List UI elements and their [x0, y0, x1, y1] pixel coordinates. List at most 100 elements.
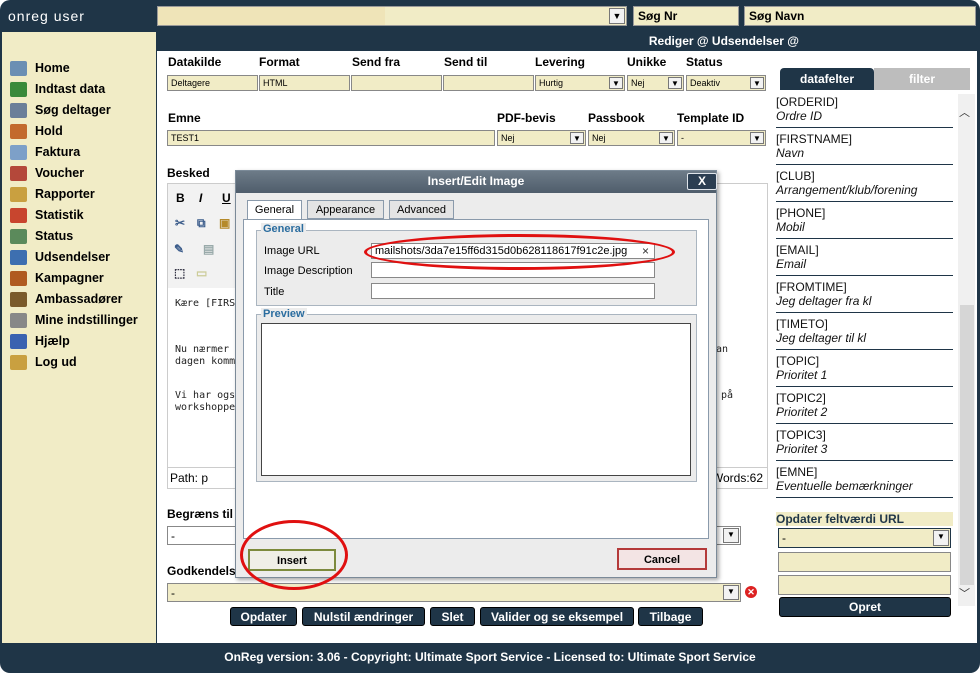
- status-icon: [10, 228, 27, 244]
- tab-advanced[interactable]: Advanced: [389, 200, 454, 219]
- sidebar-item-label: Rapporter: [35, 187, 95, 201]
- label-unikke: Unikke: [627, 55, 667, 69]
- passbook-select[interactable]: Nej ▼: [588, 130, 675, 146]
- datafelt-item[interactable]: [EMNE] Eventuelle bemærkninger: [776, 465, 953, 498]
- send-til-field[interactable]: [443, 75, 534, 91]
- chevron-down-icon[interactable]: ▼: [723, 528, 739, 543]
- datakilde-field[interactable]: Deltagere: [167, 75, 258, 91]
- title-input[interactable]: [371, 283, 655, 299]
- label-title: Title: [264, 286, 285, 298]
- datafelt-code: [TOPIC]: [776, 354, 820, 368]
- datafelt-item[interactable]: [ORDERID] Ordre ID: [776, 95, 953, 128]
- update-url-input-1[interactable]: [778, 552, 951, 572]
- sidebar-item-hold[interactable]: Hold: [10, 122, 63, 140]
- datafelt-item[interactable]: [FROMTIME] Jeg deltager fra kl: [776, 280, 953, 313]
- tab-general[interactable]: General: [247, 200, 302, 220]
- datafelt-item[interactable]: [TOPIC2] Prioritet 2: [776, 391, 953, 424]
- settings-icon: [10, 312, 27, 328]
- sidebar-item-søg-deltager[interactable]: Søg deltager: [10, 101, 111, 119]
- cut-icon[interactable]: ✂: [175, 216, 185, 230]
- datafelt-item[interactable]: [FIRSTNAME] Navn: [776, 132, 953, 165]
- cancel-button[interactable]: Cancel: [617, 548, 707, 570]
- datafelt-item[interactable]: [TIMETO] Jeg deltager til kl: [776, 317, 953, 350]
- mailing-icon: [10, 249, 27, 265]
- underline-icon[interactable]: U: [222, 191, 231, 205]
- tab-datafelter[interactable]: datafelter: [780, 68, 874, 90]
- datafelt-item[interactable]: [CLUB] Arrangement/klub/forening: [776, 169, 953, 202]
- chevron-down-icon[interactable]: ▼: [668, 77, 682, 89]
- chevron-down-icon[interactable]: ▼: [609, 77, 623, 89]
- send-fra-field[interactable]: [351, 75, 442, 91]
- paste-icon[interactable]: ▣: [219, 216, 230, 230]
- label-besked: Besked: [167, 166, 210, 180]
- table-icon[interactable]: ▤: [203, 242, 214, 256]
- chevron-down-icon[interactable]: ▼: [750, 132, 764, 144]
- image-placeholder-icon[interactable]: ▭: [196, 266, 207, 280]
- scroll-down-icon[interactable]: ﹀: [959, 585, 970, 601]
- emne-field[interactable]: TEST1: [167, 130, 495, 146]
- select-icon[interactable]: ⬚: [174, 266, 185, 280]
- campaign-icon: [10, 270, 27, 286]
- tab-filter[interactable]: filter: [874, 68, 970, 90]
- page-header: Rediger @ Udsendelser @: [157, 32, 977, 51]
- datafelt-item[interactable]: [TOPIC] Prioritet 1: [776, 354, 953, 387]
- copy-icon[interactable]: ⧉: [197, 216, 206, 231]
- update-url-label: Opdater feltværdi URL: [776, 512, 953, 526]
- sidebar-item-indtast-data[interactable]: Indtast data: [10, 80, 105, 98]
- top-select[interactable]: ▼: [157, 6, 627, 26]
- datafelt-code: [PHONE]: [776, 206, 826, 220]
- chevron-down-icon[interactable]: ▼: [750, 77, 764, 89]
- update-url-select[interactable]: - ▼: [778, 528, 951, 548]
- status-select[interactable]: Deaktiv ▼: [686, 75, 766, 91]
- unikke-select[interactable]: Nej ▼: [627, 75, 684, 91]
- tilbage-button[interactable]: Tilbage: [638, 607, 703, 626]
- chevron-down-icon[interactable]: ▼: [570, 132, 584, 144]
- sidebar-item-label: Faktura: [35, 145, 81, 159]
- sidebar-item-udsendelser[interactable]: Udsendelser: [10, 248, 110, 266]
- levering-select[interactable]: Hurtig ▼: [535, 75, 625, 91]
- label-send-fra: Send fra: [352, 55, 401, 69]
- sidebar-item-log-ud[interactable]: Log ud: [10, 353, 77, 371]
- sidebar-item-voucher[interactable]: Voucher: [10, 164, 84, 182]
- template-select[interactable]: - ▼: [677, 130, 766, 146]
- format-field[interactable]: HTML: [259, 75, 350, 91]
- datafelt-code: [EMNE]: [776, 465, 818, 479]
- preview-legend: Preview: [261, 308, 307, 320]
- opdater-button[interactable]: Opdater: [230, 607, 297, 626]
- gift-icon: [10, 165, 27, 181]
- sidebar-item-ambassadører[interactable]: Ambassadører: [10, 290, 123, 308]
- chevron-down-icon[interactable]: ▼: [609, 8, 625, 24]
- chevron-down-icon[interactable]: ▼: [723, 585, 739, 600]
- scrollbar-thumb[interactable]: [960, 305, 974, 585]
- scroll-up-icon[interactable]: ︿: [959, 104, 970, 120]
- opret-button[interactable]: Opret: [779, 597, 951, 617]
- nulstil-button[interactable]: Nulstil ændringer: [302, 607, 425, 626]
- italic-icon[interactable]: I: [199, 191, 202, 205]
- pdf-select[interactable]: Nej ▼: [497, 130, 586, 146]
- sidebar-item-statistik[interactable]: Statistik: [10, 206, 84, 224]
- editor-text-line: Kære [FIRS: [175, 298, 236, 309]
- chevron-down-icon[interactable]: ▼: [659, 132, 673, 144]
- sidebar-item-faktura[interactable]: Faktura: [10, 143, 80, 161]
- datafelt-item[interactable]: [PHONE] Mobil: [776, 206, 953, 239]
- datafelt-code: [CLUB]: [776, 169, 815, 183]
- edit-icon[interactable]: ✎: [174, 242, 184, 256]
- valider-button[interactable]: Valider og se eksempel: [480, 607, 634, 626]
- sidebar-item-hjælp[interactable]: Hjælp: [10, 332, 70, 350]
- sidebar-item-rapporter[interactable]: Rapporter: [10, 185, 95, 203]
- bold-icon[interactable]: B: [176, 191, 185, 205]
- tab-appearance[interactable]: Appearance: [307, 200, 384, 219]
- datafelt-item[interactable]: [EMAIL] Email: [776, 243, 953, 276]
- update-url-input-2[interactable]: [778, 575, 951, 595]
- sidebar-item-mine-indstillinger[interactable]: Mine indstillinger: [10, 311, 138, 329]
- sidebar-item-home[interactable]: Home: [10, 59, 70, 77]
- chevron-down-icon[interactable]: ▼: [933, 530, 949, 546]
- close-icon[interactable]: X: [687, 173, 717, 190]
- godkendels-select[interactable]: - ▼: [167, 583, 741, 602]
- datafelt-item[interactable]: [TOPIC3] Prioritet 3: [776, 428, 953, 461]
- search-navn-input[interactable]: Søg Navn: [744, 6, 976, 26]
- search-nr-input[interactable]: Søg Nr: [633, 6, 739, 26]
- slet-button[interactable]: Slet: [430, 607, 475, 626]
- sidebar-item-kampagner[interactable]: Kampagner: [10, 269, 104, 287]
- sidebar-item-status[interactable]: Status: [10, 227, 73, 245]
